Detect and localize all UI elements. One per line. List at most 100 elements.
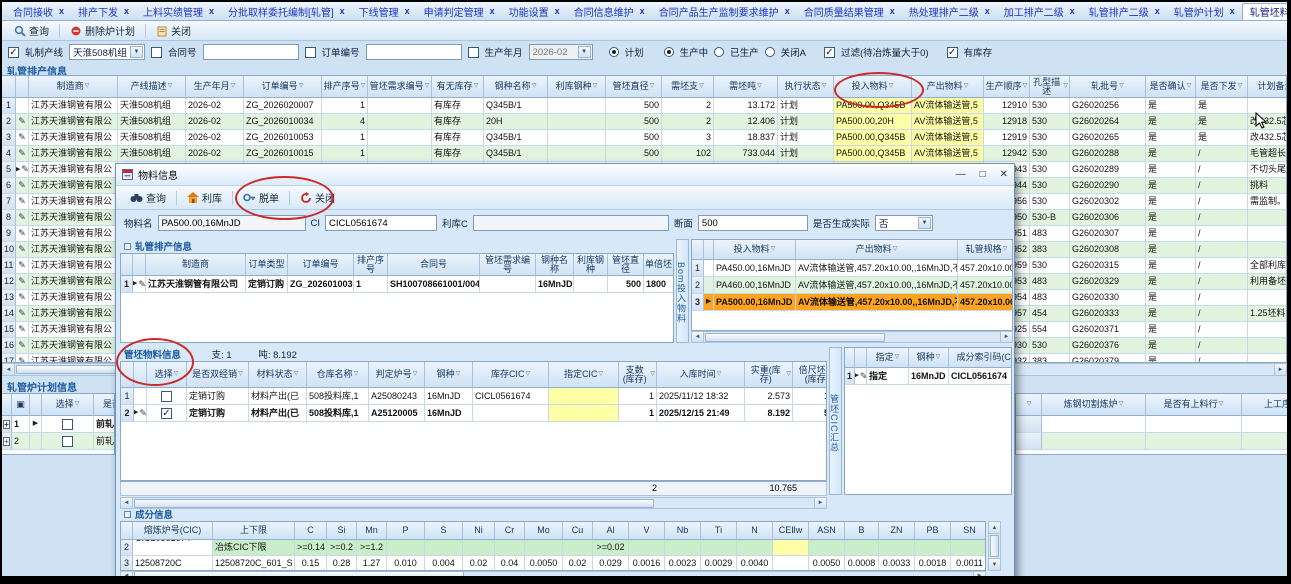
column-header[interactable]: 执行状态▽ bbox=[778, 76, 834, 98]
column-header[interactable]: 制造商▽ bbox=[29, 76, 118, 98]
scroll-left-icon[interactable]: ◄ bbox=[3, 364, 15, 375]
dialog-query-button[interactable]: 查询 bbox=[122, 188, 174, 207]
order-input[interactable] bbox=[366, 44, 462, 60]
column-header[interactable]: 炼钢切割炼炉▽ bbox=[1042, 394, 1146, 416]
row-checkbox[interactable] bbox=[62, 419, 73, 430]
producing-radio[interactable] bbox=[664, 47, 674, 57]
filter-icon[interactable]: ▽ bbox=[231, 82, 236, 91]
select-all-icon[interactable]: ▣ bbox=[12, 394, 30, 416]
filter-icon[interactable]: ▽ bbox=[456, 370, 461, 379]
tab-close-icon[interactable]: x bbox=[785, 6, 790, 16]
composition-hscrollbar[interactable]: ◄ ► bbox=[120, 571, 986, 576]
cic-summary-tab[interactable]: 管坯CIC汇总 bbox=[829, 347, 842, 495]
scroll-thumb[interactable] bbox=[705, 333, 885, 342]
column-header[interactable]: 产出物料▽ bbox=[796, 240, 958, 260]
table-row[interactable]: 1PA450.00,16MnJDAV流体输送管,457.20x10.00,,16… bbox=[692, 260, 1012, 277]
filter-icon[interactable]: ▽ bbox=[474, 82, 479, 91]
filter-icon[interactable]: ▽ bbox=[893, 245, 898, 254]
filter-icon[interactable]: ▽ bbox=[717, 370, 722, 379]
tab-6[interactable]: 申请判定管理x bbox=[417, 3, 502, 20]
column-header[interactable]: 制造商 bbox=[146, 254, 246, 276]
column-header[interactable]: 倍尺坯长(库存)▽ bbox=[793, 362, 827, 388]
column-header[interactable]: C bbox=[295, 522, 327, 540]
tab-8[interactable]: 合同信息维护x bbox=[567, 3, 652, 20]
column-header[interactable]: 轧批号▽ bbox=[1070, 76, 1146, 98]
filter-icon[interactable]: ▽ bbox=[168, 82, 173, 91]
filter-icon[interactable]: ▽ bbox=[889, 82, 894, 91]
column-header[interactable]: 支数(库存)▽ bbox=[619, 362, 657, 388]
column-header[interactable]: Ni bbox=[463, 522, 495, 540]
column-header[interactable]: 管坯直径▽ bbox=[606, 76, 662, 98]
scroll-thumb[interactable] bbox=[134, 499, 654, 508]
filter-icon[interactable]: ▽ bbox=[593, 82, 598, 91]
table-row[interactable]: 2PA460.00,16MnJDAV流体输送管,457.20x10.00,,16… bbox=[692, 277, 1012, 294]
column-header[interactable]: Nb bbox=[665, 522, 701, 540]
column-header[interactable]: 有无库存▽ bbox=[432, 76, 484, 98]
column-header[interactable]: 合同号 bbox=[388, 254, 480, 276]
material-name-input[interactable] bbox=[158, 215, 306, 231]
tab-1[interactable]: 合同接收x bbox=[6, 3, 71, 20]
column-header[interactable]: CEⅡw bbox=[773, 522, 809, 540]
filter-icon[interactable]: ▽ bbox=[771, 245, 776, 254]
filter-icon[interactable]: ▽ bbox=[964, 82, 969, 91]
table-row[interactable]: 2▶✎定销订购材料产出(已508投料库,1A2512000516MnJD1202… bbox=[121, 405, 826, 422]
produced-radio[interactable] bbox=[714, 47, 724, 57]
column-header[interactable]: 钢种▽ bbox=[425, 362, 473, 388]
filter-icon[interactable]: ▽ bbox=[361, 82, 366, 91]
gen-actual-select[interactable]: 否▼ bbox=[875, 215, 933, 231]
scroll-thumb[interactable] bbox=[134, 571, 464, 576]
column-header[interactable] bbox=[133, 254, 146, 276]
column-header[interactable] bbox=[121, 522, 133, 540]
composition-vscrollbar[interactable]: ▲ ▼ bbox=[988, 521, 1001, 571]
filter-icon[interactable]: ▽ bbox=[650, 82, 655, 91]
column-header[interactable] bbox=[845, 348, 855, 368]
column-header[interactable]: N bbox=[737, 522, 773, 540]
column-header[interactable]: 判定炉号▽ bbox=[369, 362, 425, 388]
table-row[interactable]: 312508720C12508720C_601_S0.150.281.270.0… bbox=[121, 556, 985, 571]
tab-4[interactable]: 分批取样委托编制[轧管]x bbox=[221, 3, 352, 20]
column-header[interactable]: 是否有上料行▽ bbox=[1146, 394, 1242, 416]
column-header[interactable]: 需坯吨▽ bbox=[714, 76, 778, 98]
table-row[interactable]: 3✎江苏天淮钢管有限公天淮508机组2026-02ZG_20260100531有… bbox=[2, 130, 1286, 146]
column-header[interactable]: 是否确认▽ bbox=[1146, 76, 1196, 98]
unbind-button[interactable]: 脱单 bbox=[235, 188, 287, 207]
filter-icon[interactable]: ▽ bbox=[822, 82, 827, 91]
column-header[interactable]: 是否双经销▽ bbox=[187, 362, 249, 388]
column-header[interactable]: 入库时间▽ bbox=[657, 362, 745, 388]
filter-icon[interactable]: ▽ bbox=[1027, 400, 1032, 409]
delete-plan-button[interactable]: 删除炉计划 bbox=[62, 21, 143, 40]
order-checkbox[interactable] bbox=[305, 47, 316, 58]
column-header[interactable]: 选择▽ bbox=[147, 362, 187, 388]
filter-icon[interactable]: ▽ bbox=[294, 370, 299, 379]
table-row[interactable]: 1▶✎指定16MnJDCICL0561674 bbox=[845, 368, 1011, 385]
column-header[interactable]: Mo bbox=[525, 522, 563, 540]
column-header[interactable]: 管坯需求编号▽ bbox=[368, 76, 432, 98]
bom-input-tab[interactable]: Bom投入物料 bbox=[676, 239, 689, 343]
column-header[interactable]: Cu bbox=[563, 522, 593, 540]
filter-icon[interactable]: ▽ bbox=[1187, 82, 1192, 91]
has-stock-checkbox[interactable] bbox=[947, 47, 958, 58]
ci-input[interactable] bbox=[325, 215, 437, 231]
month-select[interactable]: 2026-02▼ bbox=[529, 44, 593, 60]
tab-close-icon[interactable]: x bbox=[59, 6, 64, 16]
use-stock-button[interactable]: 利库 bbox=[179, 188, 230, 207]
contract-input[interactable] bbox=[203, 44, 299, 60]
column-header[interactable] bbox=[134, 362, 147, 388]
use-stock-c-input[interactable] bbox=[473, 215, 669, 231]
column-header[interactable]: 钢种名称 bbox=[536, 254, 574, 276]
column-header[interactable]: 需坯支▽ bbox=[662, 76, 714, 98]
column-header[interactable]: ASN bbox=[809, 522, 845, 540]
table-row[interactable]: 1江苏天淮钢管有限公天淮508机组2026-02ZG_20260200071有库… bbox=[2, 98, 1286, 114]
tab-close-icon[interactable]: x bbox=[490, 6, 495, 16]
filter-icon[interactable]: ▽ bbox=[1023, 82, 1028, 91]
column-header[interactable]: B bbox=[845, 522, 879, 540]
scroll-left-icon[interactable]: ◄ bbox=[692, 332, 704, 342]
minimize-icon[interactable]: — bbox=[956, 169, 966, 180]
filter-icon[interactable]: ▽ bbox=[1219, 400, 1224, 409]
tab-close-icon[interactable]: x bbox=[555, 6, 560, 16]
scroll-left-icon[interactable]: ◄ bbox=[121, 572, 133, 576]
filter-icon[interactable]: ▽ bbox=[598, 370, 603, 379]
tab-close-icon[interactable]: x bbox=[209, 6, 214, 16]
filter-icon[interactable]: ▽ bbox=[238, 370, 243, 379]
filter-icon[interactable]: ▽ bbox=[895, 353, 900, 362]
